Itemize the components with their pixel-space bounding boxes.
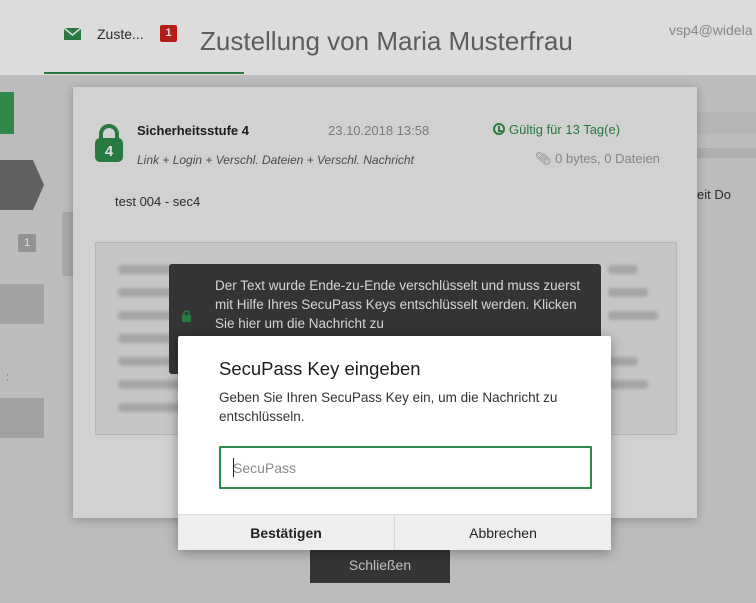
secupass-dialog: SecuPass Key eingeben Geben Sie Ihren Se… — [178, 336, 611, 550]
sidebar-item[interactable] — [0, 398, 44, 438]
message-subject: test 004 - sec4 — [115, 194, 201, 209]
text-caret — [233, 458, 234, 477]
close-button[interactable]: Schließen — [310, 547, 450, 583]
attachments-text: 0 bytes, 0 Dateien — [555, 151, 660, 166]
validity-text: Gültig für 13 Tag(e) — [509, 122, 621, 137]
security-level-number: 4 — [105, 143, 114, 160]
clock-icon — [493, 123, 505, 135]
page-title: Zustellung von Maria Musterfrau — [200, 26, 573, 56]
blurred-text — [608, 265, 638, 274]
tab-label: Zuste... — [97, 26, 144, 42]
blurred-text — [118, 403, 182, 412]
attachments-info: 📎︎ 0 bytes, 0 Dateien — [535, 151, 660, 167]
lock-icon: 4 — [95, 124, 123, 162]
sidebar-new-button[interactable] — [0, 92, 14, 134]
toolbar-strip — [697, 112, 756, 134]
sidebar-active-item[interactable] — [0, 160, 44, 210]
dialog-title: SecuPass Key eingeben — [219, 358, 421, 379]
user-email[interactable]: vsp4@widela — [669, 22, 752, 38]
blurred-text — [608, 288, 648, 297]
lock-icon — [182, 310, 191, 322]
toolbar-strip — [697, 148, 756, 158]
sidebar-badge: 1 — [18, 234, 36, 252]
paperclip-icon: 📎︎ — [535, 151, 556, 166]
mail-icon — [64, 28, 81, 40]
blurred-text — [608, 357, 638, 366]
blurred-text — [118, 380, 182, 389]
sidebar-marker: : — [6, 370, 10, 384]
column-headers: eit Do — [697, 187, 731, 202]
cancel-button[interactable]: Abbrechen — [395, 515, 611, 550]
encrypted-notice-text: Der Text wurde Ende-zu-Ende verschlüssel… — [215, 278, 581, 331]
blurred-text — [608, 380, 648, 389]
confirm-button[interactable]: Bestätigen — [178, 515, 395, 550]
validity: Gültig für 13 Tag(e) — [493, 122, 620, 137]
blurred-text — [608, 311, 658, 320]
secupass-input[interactable] — [219, 446, 592, 489]
message-date: 23.10.2018 13:58 — [328, 123, 430, 138]
security-description: Link + Login + Verschl. Dateien + Versch… — [137, 153, 414, 167]
unread-badge: 1 — [160, 25, 177, 42]
dialog-description: Geben Sie Ihren SecuPass Key ein, um die… — [219, 390, 558, 424]
dialog-footer: Bestätigen Abbrechen — [178, 514, 611, 550]
sidebar-item[interactable] — [0, 284, 44, 324]
security-level: Sicherheitsstufe 4 — [137, 123, 249, 138]
top-bar: Zuste... 1 Zustellung von Maria Musterfr… — [0, 0, 756, 76]
